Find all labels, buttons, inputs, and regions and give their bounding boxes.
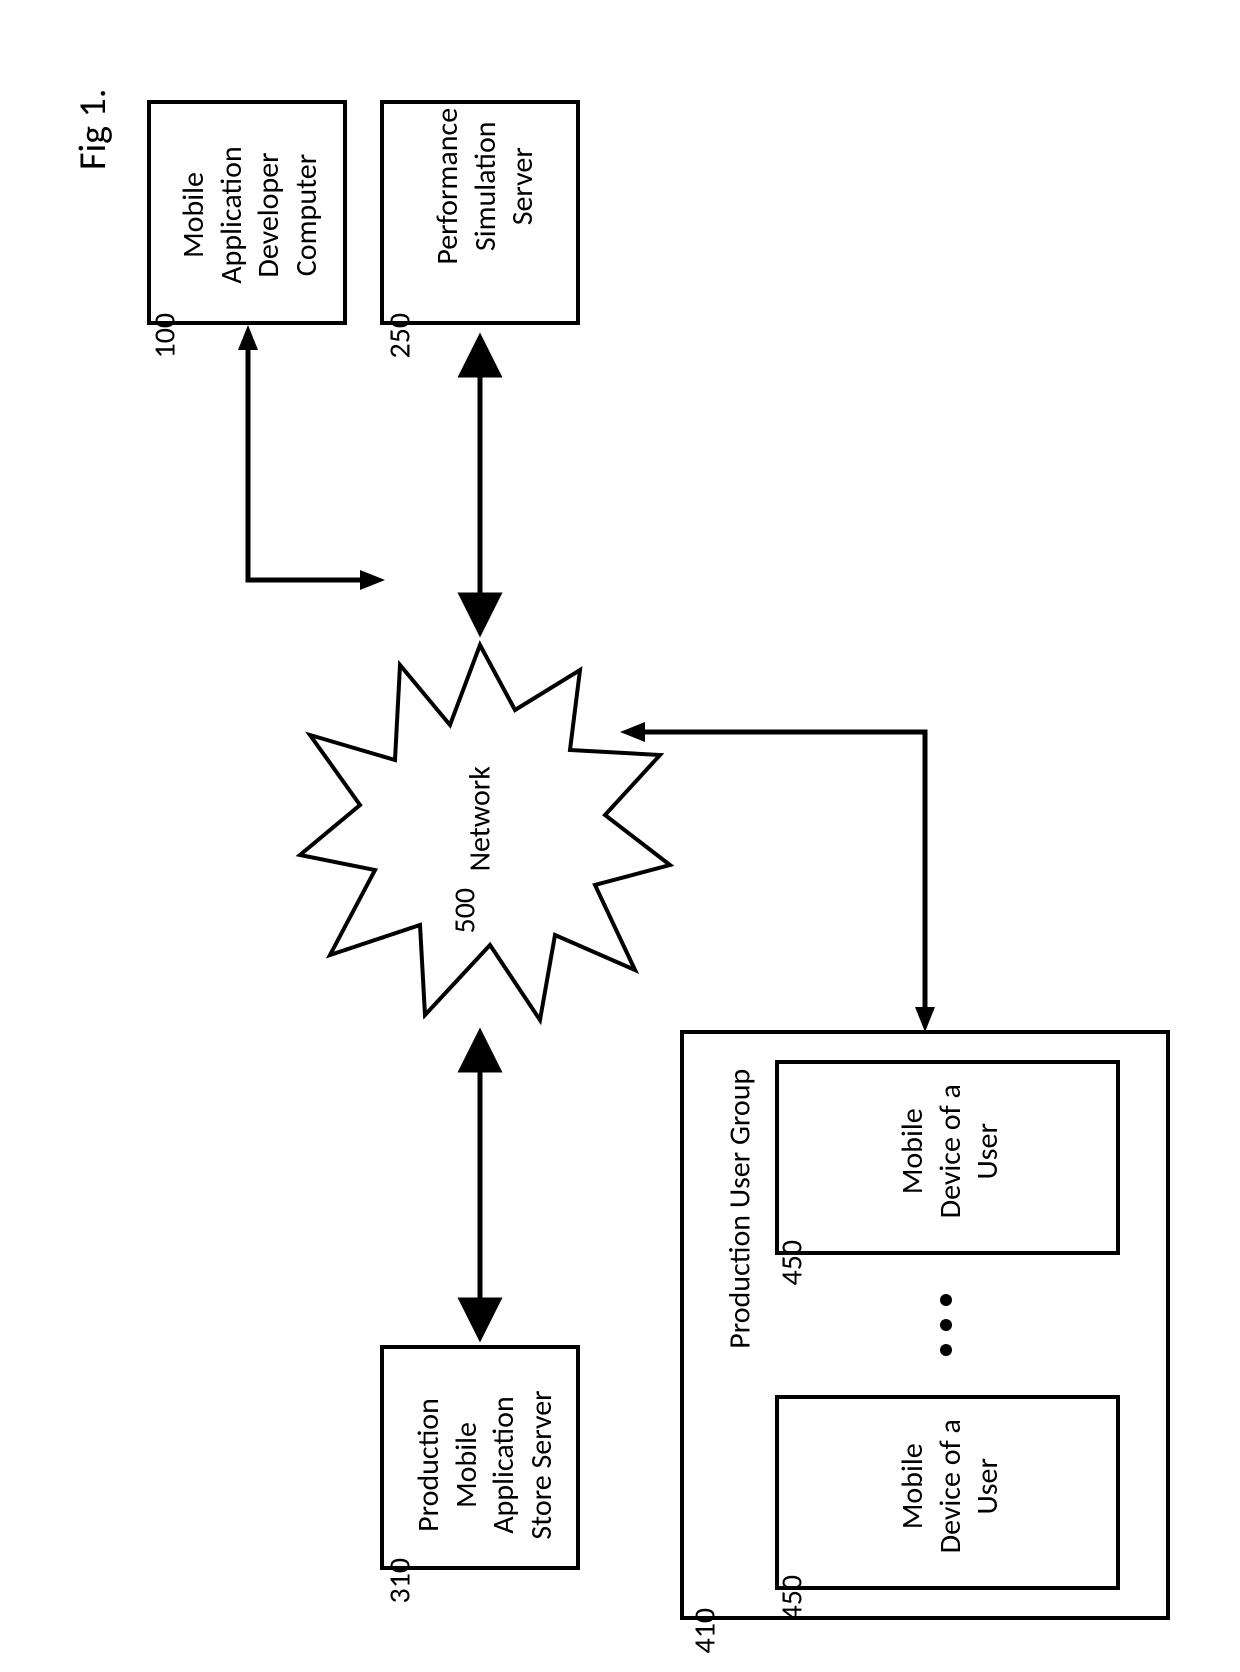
label-mobile-device-1: Mobile Device of a User	[894, 1051, 1007, 1251]
ref-network: 500	[447, 834, 484, 934]
ellipsis-dot	[940, 1294, 952, 1306]
ref-simulation-server: 250	[382, 259, 419, 359]
label-store-server: Production Mobile Application Store Serv…	[410, 1365, 560, 1565]
label-production-user-group: Production User Group	[721, 1054, 759, 1364]
figure-label: Fig 1.	[70, 88, 116, 170]
diagram-canvas: Fig 1. Mobile Application Developer Comp…	[0, 0, 1240, 1672]
ref-production-user-group: 410	[687, 1554, 724, 1654]
ellipsis-dot	[940, 1344, 952, 1356]
label-simulation-server: Performance Simulation Server	[429, 76, 542, 296]
arrow-network-to-group	[620, 722, 935, 1032]
ref-mobile-device-1: 450	[774, 1186, 811, 1286]
ellipsis-dot	[940, 1319, 952, 1331]
arrow-dev-to-network	[238, 325, 385, 590]
ref-mobile-device-2: 450	[774, 1521, 811, 1621]
ref-developer-computer: 100	[147, 259, 184, 359]
label-mobile-device-2: Mobile Device of a User	[894, 1386, 1007, 1586]
label-developer-computer: Mobile Application Developer Computer	[175, 115, 325, 315]
ref-store-server: 310	[382, 1504, 419, 1604]
